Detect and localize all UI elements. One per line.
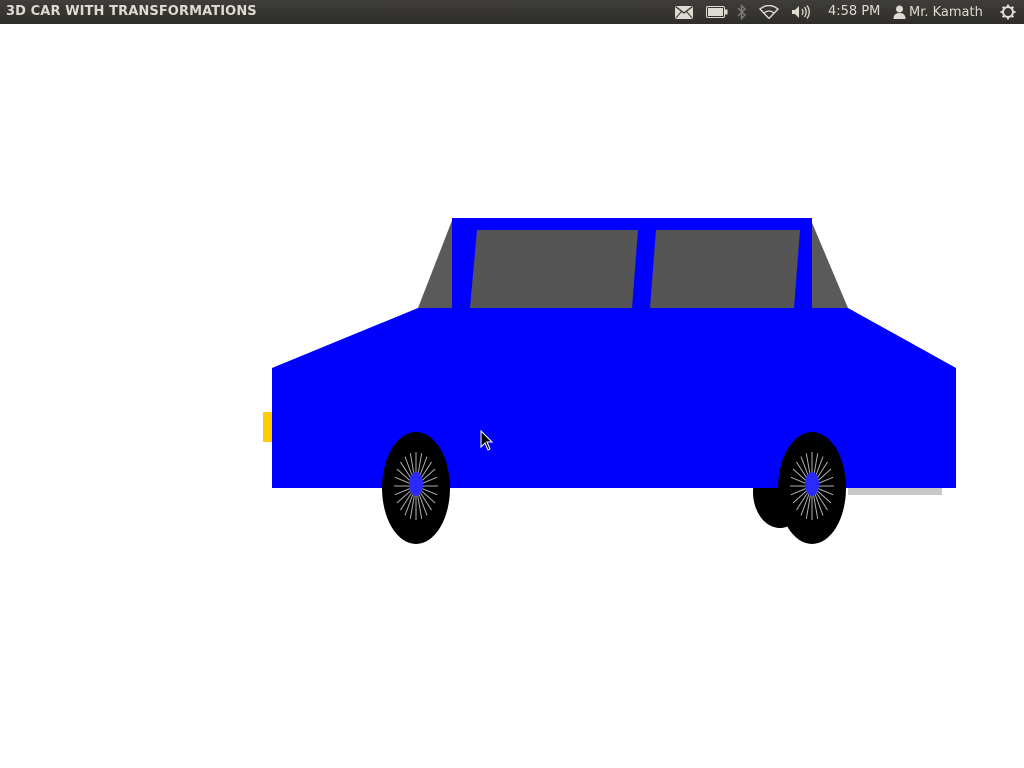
car-model xyxy=(263,218,956,544)
tail-light xyxy=(263,412,273,442)
user-icon xyxy=(893,5,906,19)
front-window xyxy=(650,230,800,308)
car-body xyxy=(272,308,956,488)
front-pillar xyxy=(810,218,848,308)
app-title: 3D CAR WITH TRANSFORMATIONS xyxy=(6,4,257,19)
mail-icon[interactable] xyxy=(674,3,694,21)
user-menu[interactable]: Mr. Kamath xyxy=(893,3,983,21)
clock[interactable]: 4:58 PM xyxy=(828,4,880,19)
front-wheel xyxy=(778,432,846,544)
bumper xyxy=(848,487,942,495)
rear-wheel xyxy=(382,432,450,544)
bluetooth-icon[interactable] xyxy=(736,3,748,21)
volume-icon[interactable] xyxy=(790,3,812,21)
top-panel: 3D CAR WITH TRANSFORMATIONS 4:58 PM Mr. … xyxy=(0,0,1024,24)
battery-icon[interactable] xyxy=(706,3,728,21)
wifi-icon[interactable] xyxy=(758,3,780,21)
power-gear-icon[interactable] xyxy=(999,3,1017,21)
user-name: Mr. Kamath xyxy=(909,4,983,20)
rear-window xyxy=(470,230,638,308)
rear-pillar xyxy=(418,218,453,308)
opengl-canvas[interactable] xyxy=(0,24,1024,768)
